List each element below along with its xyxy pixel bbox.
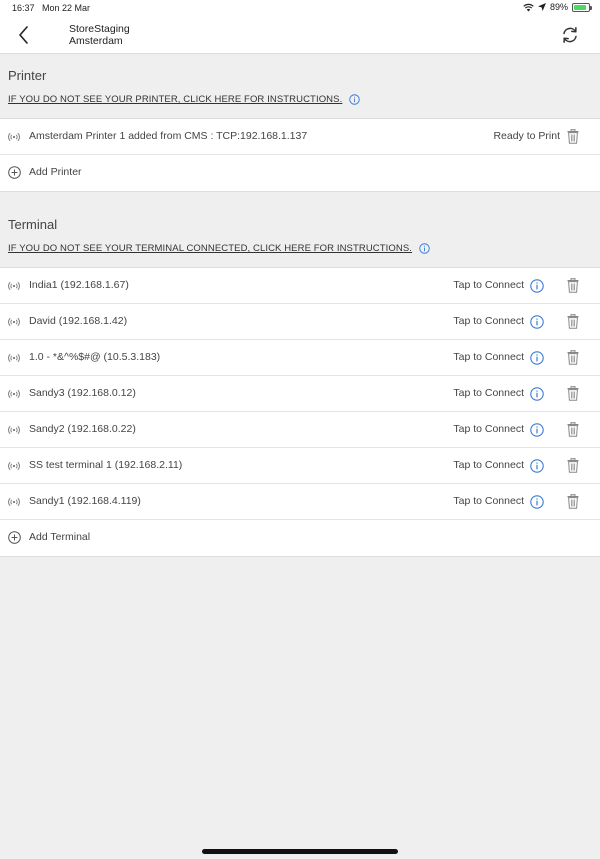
add-terminal-label[interactable]: Add Terminal xyxy=(29,531,90,543)
trash-icon[interactable] xyxy=(567,421,579,437)
info-icon[interactable] xyxy=(349,94,361,105)
store-name: StoreStaging xyxy=(69,23,130,35)
terminal-row[interactable]: Sandy1 (192.168.4.119) Tap to Connect xyxy=(0,484,600,520)
location-arrow-icon xyxy=(537,3,546,11)
tap-to-connect-button[interactable]: Tap to Connect xyxy=(453,351,524,363)
terminal-row[interactable]: SS test terminal 1 (192.168.2.11) Tap to … xyxy=(0,448,600,484)
printer-instructions-link[interactable]: IF YOU DO NOT SEE YOUR PRINTER, CLICK HE… xyxy=(8,94,361,105)
status-time: 16:37 xyxy=(12,3,35,13)
signal-icon xyxy=(8,353,20,363)
trash-icon[interactable] xyxy=(567,493,579,509)
trash-icon[interactable] xyxy=(567,277,579,293)
printer-status: Ready to Print xyxy=(493,130,560,142)
terminal-name: David (192.168.1.42) xyxy=(29,315,128,327)
printer-section-title: Printer xyxy=(8,68,47,83)
terminal-name: SS test terminal 1 (192.168.2.11) xyxy=(29,459,183,471)
tap-to-connect-button[interactable]: Tap to Connect xyxy=(453,423,524,435)
info-icon[interactable] xyxy=(530,387,544,401)
signal-icon xyxy=(8,497,20,507)
add-printer-button[interactable]: Add Printer xyxy=(0,155,600,191)
printer-row[interactable]: Amsterdam Printer 1 added from CMS : TCP… xyxy=(0,119,600,155)
terminal-name: Sandy1 (192.168.4.119) xyxy=(29,495,141,507)
terminal-name: Sandy3 (192.168.0.12) xyxy=(29,387,136,399)
status-right: 89% xyxy=(523,2,592,12)
info-icon[interactable] xyxy=(530,495,544,509)
add-terminal-button[interactable]: Add Terminal xyxy=(0,520,600,556)
trash-icon[interactable] xyxy=(567,128,579,144)
info-icon[interactable] xyxy=(530,351,544,365)
tap-to-connect-button[interactable]: Tap to Connect xyxy=(453,495,524,507)
info-icon[interactable] xyxy=(530,315,544,329)
signal-icon xyxy=(8,132,20,142)
status-bar: 16:37 Mon 22 Mar 89% xyxy=(0,0,600,16)
navigation-bar: StoreStaging Amsterdam xyxy=(0,16,600,54)
tap-to-connect-button[interactable]: Tap to Connect xyxy=(453,387,524,399)
terminal-name: India1 (192.168.1.67) xyxy=(29,279,129,291)
info-icon[interactable] xyxy=(530,423,544,437)
terminal-section-title: Terminal xyxy=(8,217,58,232)
terminal-row[interactable]: David (192.168.1.42) Tap to Connect xyxy=(0,304,600,340)
battery-icon xyxy=(572,2,592,12)
tap-to-connect-button[interactable]: Tap to Connect xyxy=(453,459,524,471)
battery-percent: 89% xyxy=(549,2,568,12)
terminal-row[interactable]: India1 (192.168.1.67) Tap to Connect xyxy=(0,268,600,304)
terminal-row[interactable]: 1.0 - *&^%$#@ (10.5.3.183) Tap to Connect xyxy=(0,340,600,376)
status-date: Mon 22 Mar xyxy=(42,3,91,13)
info-icon[interactable] xyxy=(530,459,544,473)
terminal-name: Sandy2 (192.168.0.22) xyxy=(29,423,136,435)
refresh-icon[interactable] xyxy=(560,25,580,45)
trash-icon[interactable] xyxy=(567,313,579,329)
terminal-instructions-text[interactable]: IF YOU DO NOT SEE YOUR TERMINAL CONNECTE… xyxy=(8,243,412,254)
signal-icon xyxy=(8,425,20,435)
tap-to-connect-button[interactable]: Tap to Connect xyxy=(453,279,524,291)
info-icon[interactable] xyxy=(530,279,544,293)
add-circle-icon[interactable] xyxy=(8,166,21,179)
trash-icon[interactable] xyxy=(567,457,579,473)
terminal-row[interactable]: Sandy2 (192.168.0.22) Tap to Connect xyxy=(0,412,600,448)
terminal-name: 1.0 - *&^%$#@ (10.5.3.183) xyxy=(29,351,161,363)
add-circle-icon[interactable] xyxy=(8,531,21,544)
store-location: Amsterdam xyxy=(69,35,123,47)
store-header: StoreStaging Amsterdam xyxy=(69,23,130,47)
signal-icon xyxy=(8,281,20,291)
add-printer-label[interactable]: Add Printer xyxy=(29,166,82,178)
terminal-list: India1 (192.168.1.67) Tap to Connect David… xyxy=(0,267,600,557)
info-icon[interactable] xyxy=(419,243,430,254)
signal-icon xyxy=(8,461,20,471)
printer-instructions-text[interactable]: IF YOU DO NOT SEE YOUR PRINTER, CLICK HE… xyxy=(8,94,342,105)
tap-to-connect-button[interactable]: Tap to Connect xyxy=(453,315,524,327)
trash-icon[interactable] xyxy=(567,385,579,401)
trash-icon[interactable] xyxy=(567,349,579,365)
printer-name: Amsterdam Printer 1 added from CMS : TCP… xyxy=(29,130,308,142)
home-indicator xyxy=(202,849,398,854)
back-chevron-icon[interactable] xyxy=(14,24,34,46)
terminal-row[interactable]: Sandy3 (192.168.0.12) Tap to Connect xyxy=(0,376,600,412)
printer-list: Amsterdam Printer 1 added from CMS : TCP… xyxy=(0,118,600,192)
signal-icon xyxy=(8,389,20,399)
signal-icon xyxy=(8,317,20,327)
wifi-icon xyxy=(523,3,534,11)
terminal-instructions-link[interactable]: IF YOU DO NOT SEE YOUR TERMINAL CONNECTE… xyxy=(8,243,430,254)
